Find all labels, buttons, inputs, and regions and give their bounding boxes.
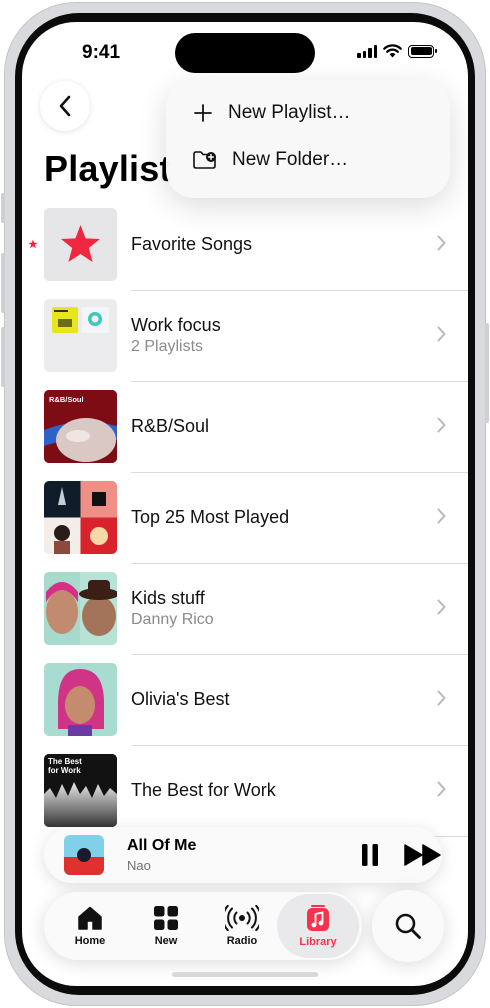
playlist-list: Favorite Songs Work focus 2 Playlists R&…	[22, 204, 468, 841]
playlist-artwork-rnb-soul: R&B/Soul	[44, 390, 117, 463]
search-button[interactable]	[372, 890, 444, 962]
playlist-row-top-25[interactable]: Top 25 Most Played	[22, 477, 468, 568]
row-divider	[131, 290, 468, 291]
tab-label: Radio	[226, 935, 258, 947]
star-icon	[61, 225, 100, 262]
playlist-row-rnb-soul[interactable]: R&B/Soul R&B/Soul	[22, 386, 468, 477]
mini-player[interactable]: All Of Me Nao	[44, 827, 442, 883]
volume-up-button	[1, 253, 5, 313]
playlist-title: Kids stuff	[131, 588, 205, 608]
playlist-artwork-favorite-songs	[44, 208, 117, 281]
playlist-artwork-best-for-work: The Best for Work	[44, 754, 117, 827]
screen: 9:41 Playlist Favorite Songs Work focus …	[22, 22, 468, 986]
tab-label: Home	[74, 935, 106, 947]
chevron-right-icon	[437, 326, 446, 342]
back-button[interactable]	[40, 81, 90, 131]
playlist-title: Top 25 Most Played	[131, 507, 290, 527]
playlist-title: Olivia's Best	[131, 689, 230, 709]
new-folder-menu-item[interactable]: New Folder…	[192, 149, 348, 171]
fast-forward-icon[interactable]	[404, 843, 442, 867]
chevron-right-icon	[437, 508, 446, 524]
row-divider	[131, 745, 468, 746]
playlist-title: Favorite Songs	[131, 234, 253, 254]
folder-plus-icon	[193, 151, 216, 169]
row-divider	[131, 472, 468, 473]
album-art	[64, 835, 104, 875]
playlist-row-kids-stuff[interactable]: Kids stuff Danny Rico	[22, 568, 468, 659]
add-menu: New Playlist… New Folder…	[166, 80, 450, 198]
chevron-right-icon	[437, 417, 446, 433]
menu-item-label: New Folder…	[232, 149, 349, 170]
radio-waves-icon	[225, 905, 259, 931]
tab-radio[interactable]: Radio	[203, 892, 281, 960]
volume-down-button	[1, 327, 5, 387]
home-indicator	[172, 972, 318, 977]
pause-icon[interactable]	[360, 843, 380, 867]
row-divider	[131, 563, 468, 564]
search-icon	[395, 913, 421, 939]
menu-item-label: New Playlist…	[228, 102, 351, 123]
tab-home[interactable]: Home	[51, 892, 129, 960]
page-title: Playlist	[44, 148, 172, 189]
playlist-title: Work focus	[131, 315, 221, 335]
new-playlist-menu-item[interactable]: New Playlist…	[192, 102, 350, 124]
house-icon	[78, 906, 102, 930]
top-25-collage-art	[44, 481, 117, 554]
now-playing-title: All Of Me	[127, 837, 197, 854]
folder-collage-art	[52, 307, 109, 333]
artwork-label: The Best for Work	[48, 757, 82, 775]
playlist-artwork-kids-stuff	[44, 572, 117, 645]
chevron-right-icon	[437, 690, 446, 706]
playlist-subtitle: 2 Playlists	[131, 338, 204, 355]
tab-new[interactable]: New	[127, 892, 205, 960]
battery-icon	[408, 44, 437, 58]
playlist-row-olivias-best[interactable]: Olivia's Best	[22, 659, 468, 750]
row-divider	[131, 654, 468, 655]
side-button	[1, 193, 5, 223]
chevron-right-icon	[437, 781, 446, 797]
favorite-star-icon	[28, 239, 38, 249]
playlist-title: The Best for Work	[131, 780, 276, 800]
playlist-title: R&B/Soul	[131, 416, 210, 436]
status-time: 9:41	[82, 42, 121, 63]
best-for-work-art: The Best for Work	[44, 754, 117, 827]
grid-icon	[154, 906, 178, 930]
playlist-subtitle: Danny Rico	[131, 611, 214, 628]
playlist-artwork-top-25	[44, 481, 117, 554]
wifi-icon	[383, 44, 402, 58]
playlist-artwork-work-focus	[44, 299, 117, 372]
plus-icon	[194, 104, 212, 122]
tab-bar: Home New Radio Library	[44, 892, 362, 960]
tab-label: New	[154, 935, 178, 947]
chevron-right-icon	[437, 599, 446, 615]
artwork-label: R&B/Soul	[49, 395, 84, 404]
rnb-soul-art: R&B/Soul	[44, 390, 117, 463]
playlist-row-work-focus[interactable]: Work focus 2 Playlists	[22, 295, 468, 386]
row-divider	[131, 381, 468, 382]
now-playing-artwork	[64, 835, 104, 875]
dynamic-island	[175, 33, 315, 73]
tab-label: Library	[299, 936, 337, 948]
memoji-art	[44, 663, 117, 736]
music-note-icon	[307, 905, 329, 931]
playlist-artwork-olivias-best	[44, 663, 117, 736]
power-button	[485, 323, 489, 423]
memoji-pair-art	[44, 572, 117, 645]
tab-library[interactable]: Library	[277, 894, 359, 958]
now-playing-artist: Nao	[127, 858, 151, 873]
status-icons	[357, 44, 437, 58]
chevron-left-icon	[59, 95, 71, 117]
cellular-signal-icon	[357, 44, 377, 58]
chevron-right-icon	[437, 235, 446, 251]
playlist-row-favorite-songs[interactable]: Favorite Songs	[22, 204, 468, 295]
